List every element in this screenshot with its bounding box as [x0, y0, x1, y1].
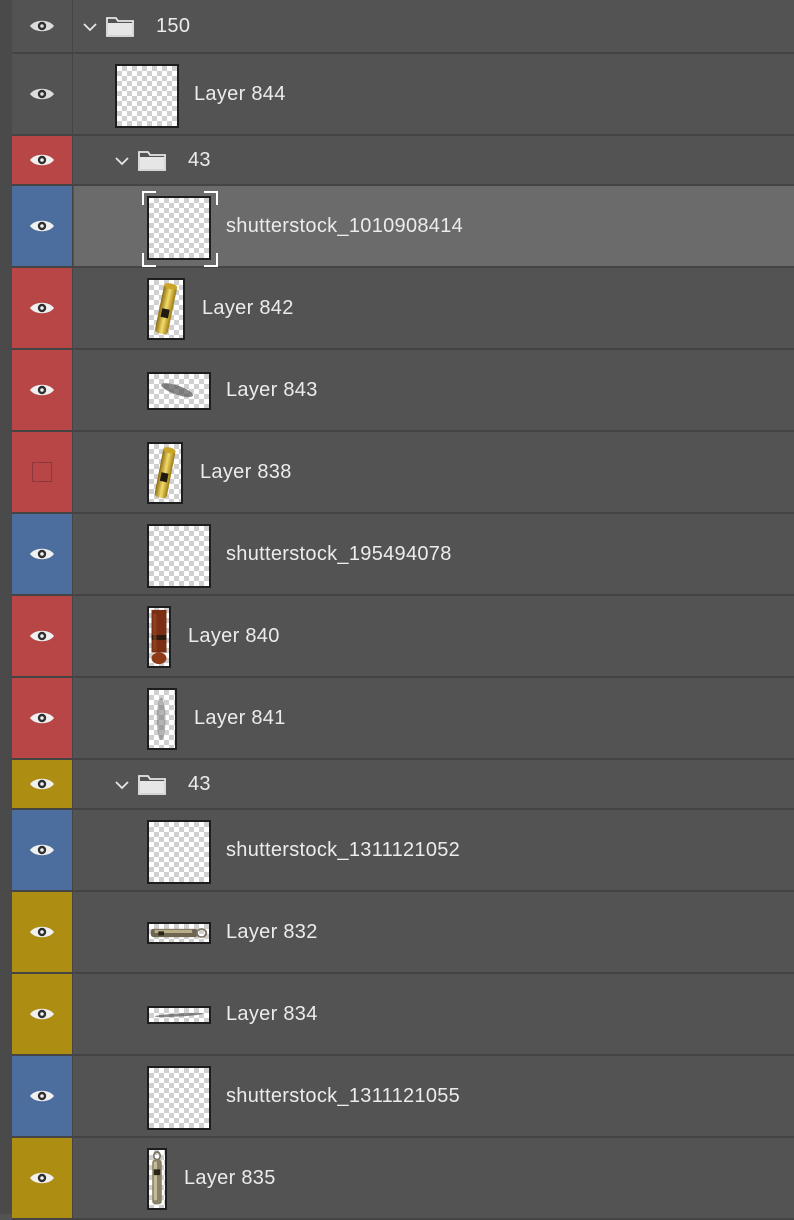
layer-row[interactable]: shutterstock_195494078 — [12, 514, 794, 596]
visibility-eye-icon[interactable] — [12, 1138, 73, 1218]
layer-row[interactable]: shutterstock_1010908414 — [12, 186, 794, 268]
layer-content[interactable]: Layer 842 — [74, 268, 794, 348]
visibility-eye-icon[interactable] — [12, 186, 73, 266]
layer-thumbnail[interactable] — [147, 278, 185, 340]
layer-name: Layer 835 — [184, 1167, 276, 1189]
visibility-eye-icon[interactable] — [12, 0, 73, 52]
visibility-eye-icon[interactable] — [12, 974, 73, 1054]
visibility-eye-icon[interactable] — [12, 54, 73, 134]
selection-corner — [142, 191, 156, 205]
layer-name: shutterstock_1010908414 — [226, 215, 464, 237]
layer-row[interactable]: Layer 841 — [12, 678, 794, 760]
folder-icon — [138, 149, 166, 171]
layer-name: Layer 842 — [202, 297, 294, 319]
layer-content[interactable]: shutterstock_195494078 — [74, 514, 794, 594]
layer-group-name: 43 — [188, 773, 211, 795]
layer-group-row[interactable]: 43 — [12, 760, 794, 810]
layer-row[interactable]: Layer 834 — [12, 974, 794, 1056]
selection-corner — [204, 253, 218, 267]
layer-name: Layer 834 — [226, 1003, 318, 1025]
layer-thumbnail[interactable] — [147, 922, 211, 944]
layer-content[interactable]: Layer 844 — [74, 54, 794, 134]
layer-name: Layer 838 — [200, 461, 292, 483]
layer-row[interactable]: Layer 844 — [12, 54, 794, 136]
chevron-down-icon[interactable] — [114, 153, 130, 169]
layer-row[interactable]: shutterstock_1311121052 — [12, 810, 794, 892]
layer-thumbnail[interactable] — [147, 524, 211, 588]
folder-icon — [138, 773, 166, 795]
layer-content[interactable]: Layer 841 — [74, 678, 794, 758]
layer-group-name: 150 — [156, 15, 191, 37]
layers-panel: 150 Layer 844 43 shutterstock_1010908414 Lay… — [0, 0, 794, 1220]
visibility-eye-icon[interactable] — [12, 760, 73, 808]
visibility-eye-icon[interactable] — [12, 596, 73, 676]
selection-corner — [142, 253, 156, 267]
layer-content[interactable]: Layer 832 — [74, 892, 794, 972]
layer-name: Layer 844 — [194, 83, 286, 105]
layer-content[interactable]: 150 — [74, 0, 794, 52]
layer-row[interactable]: Layer 840 — [12, 596, 794, 678]
layer-name: shutterstock_1311121055 — [226, 1085, 461, 1107]
visibility-eye-icon[interactable] — [12, 268, 73, 348]
layer-row[interactable]: Layer 842 — [12, 268, 794, 350]
layer-row[interactable]: Layer 832 — [12, 892, 794, 974]
layer-row[interactable]: Layer 843 — [12, 350, 794, 432]
layer-row[interactable]: Layer 838 — [12, 432, 794, 514]
layer-thumbnail[interactable] — [147, 372, 211, 410]
layer-thumbnail[interactable] — [147, 1148, 167, 1210]
visibility-eye-icon[interactable] — [12, 1056, 73, 1136]
layer-thumbnail[interactable] — [147, 1006, 211, 1024]
visibility-eye-icon[interactable] — [12, 136, 73, 184]
layer-thumbnail[interactable] — [147, 442, 183, 504]
layer-thumbnail[interactable] — [147, 606, 171, 668]
layer-content[interactable]: Layer 835 — [74, 1138, 794, 1218]
layer-thumbnail[interactable] — [147, 820, 211, 884]
layer-content[interactable]: Layer 838 — [74, 432, 794, 512]
layer-name: shutterstock_1311121052 — [226, 839, 461, 861]
chevron-down-icon[interactable] — [82, 19, 98, 35]
layer-thumbnail[interactable] — [147, 688, 177, 750]
layer-content[interactable]: 43 — [74, 136, 794, 184]
visibility-eye-icon[interactable] — [12, 892, 73, 972]
layer-content[interactable]: 43 — [74, 760, 794, 808]
layer-row[interactable]: Layer 835 — [12, 1138, 794, 1220]
layer-name: Layer 840 — [188, 625, 280, 647]
layer-row[interactable]: shutterstock_1311121055 — [12, 1056, 794, 1138]
layer-group-row[interactable]: 150 — [12, 0, 794, 54]
visibility-eye-icon[interactable] — [12, 514, 73, 594]
layer-name: Layer 832 — [226, 921, 318, 943]
layer-content[interactable]: shutterstock_1311121052 — [74, 810, 794, 890]
chevron-down-icon[interactable] — [114, 777, 130, 793]
layer-content[interactable]: Layer 840 — [74, 596, 794, 676]
layer-content[interactable]: shutterstock_1010908414 — [74, 186, 794, 267]
layer-thumbnail[interactable] — [147, 1066, 211, 1130]
selection-corner — [204, 191, 218, 205]
layer-thumbnail[interactable] — [147, 196, 211, 260]
visibility-eye-icon[interactable] — [12, 810, 73, 890]
visibility-eye-icon[interactable] — [12, 678, 73, 758]
layer-name: Layer 843 — [226, 379, 318, 401]
layer-content[interactable]: shutterstock_1311121055 — [74, 1056, 794, 1136]
layer-content[interactable]: Layer 843 — [74, 350, 794, 430]
layer-group-name: 43 — [188, 149, 211, 171]
layer-group-row[interactable]: 43 — [12, 136, 794, 186]
layer-thumbnail[interactable] — [115, 64, 179, 128]
layer-name: shutterstock_195494078 — [226, 543, 452, 565]
layer-name: Layer 841 — [194, 707, 286, 729]
visibility-eye-icon[interactable] — [12, 350, 73, 430]
visibility-toggle-off[interactable] — [12, 432, 73, 512]
layer-content[interactable]: Layer 834 — [74, 974, 794, 1054]
folder-icon — [106, 15, 134, 37]
